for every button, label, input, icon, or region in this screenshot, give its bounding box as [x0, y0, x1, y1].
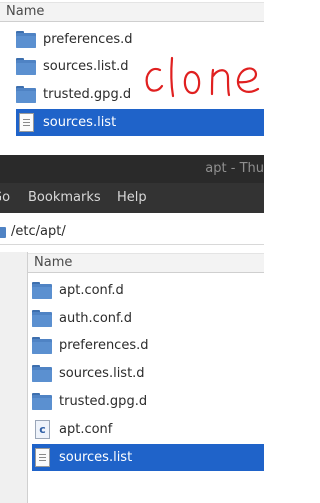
location-path[interactable]: /etc/apt/ — [11, 219, 66, 245]
folder-icon — [32, 282, 52, 299]
item-label: sources.list.d — [59, 366, 145, 381]
list-item[interactable]: trusted.gpg.d — [32, 388, 264, 415]
side-pane — [0, 252, 28, 503]
menu-help[interactable]: Help — [117, 183, 147, 213]
text-file-icon — [16, 113, 36, 132]
menu-go[interactable]: Go — [0, 183, 10, 213]
bottom-file-list: Name apt.conf.d auth.conf.d preferences.… — [28, 252, 264, 503]
list-item[interactable]: c apt.conf — [32, 416, 264, 443]
list-item[interactable]: auth.conf.d — [32, 305, 264, 332]
folder-icon — [16, 31, 36, 48]
item-label: preferences.d — [43, 32, 133, 47]
item-label: apt.conf.d — [59, 283, 124, 298]
name-column-header[interactable]: Name — [28, 253, 264, 273]
folder-icon — [16, 86, 36, 103]
list-item[interactable]: apt.conf.d — [32, 277, 264, 304]
item-label: trusted.gpg.d — [59, 394, 148, 409]
menu-bookmarks[interactable]: Bookmarks — [28, 183, 101, 213]
text-file-icon — [32, 448, 52, 467]
item-label: sources.list — [43, 115, 117, 130]
handwritten-clone-annotation — [145, 56, 260, 98]
window-titlebar: apt - Thu — [0, 155, 264, 183]
name-column-label: Name — [6, 4, 45, 19]
item-label: apt.conf — [59, 422, 113, 437]
folder-icon — [32, 337, 52, 354]
item-label: sources.list.d — [43, 59, 129, 74]
folder-icon — [0, 227, 6, 238]
location-bar[interactable]: /etc/apt/ — [0, 219, 264, 245]
name-column-label: Name — [34, 255, 73, 270]
menubar: Go Bookmarks Help — [0, 183, 264, 213]
list-item-selected[interactable]: sources.list — [16, 109, 264, 136]
item-label: preferences.d — [59, 338, 149, 353]
name-column-header[interactable]: Name — [0, 2, 264, 22]
item-label: sources.list — [59, 450, 133, 465]
top-file-list: Name preferences.d sources.list.d truste… — [0, 0, 264, 148]
folder-icon — [32, 310, 52, 327]
folder-icon — [32, 393, 52, 410]
list-item[interactable]: preferences.d — [16, 26, 264, 53]
window-title: apt - Thu — [205, 161, 264, 176]
item-label: trusted.gpg.d — [43, 87, 132, 102]
list-item[interactable]: preferences.d — [32, 332, 264, 359]
list-item-selected[interactable]: sources.list — [32, 444, 264, 471]
c-source-file-icon: c — [32, 420, 52, 439]
item-label: auth.conf.d — [59, 311, 133, 326]
folder-icon — [16, 58, 36, 75]
folder-icon — [32, 365, 52, 382]
list-item[interactable]: sources.list.d — [32, 360, 264, 387]
